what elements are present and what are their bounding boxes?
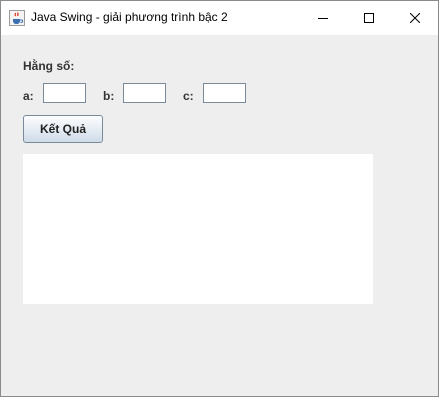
title-bar[interactable]: Java Swing - giải phương trình bậc 2	[1, 1, 438, 35]
close-icon	[410, 13, 420, 23]
b-label: b:	[103, 89, 115, 103]
app-window: Java Swing - giải phương trình bậc 2 Hằn…	[0, 0, 439, 397]
minimize-button[interactable]	[300, 1, 346, 35]
result-button[interactable]: Kết Quả	[23, 115, 103, 143]
maximize-button[interactable]	[346, 1, 392, 35]
constants-label: Hằng số:	[23, 59, 75, 73]
maximize-icon	[364, 13, 374, 23]
minimize-icon	[318, 18, 328, 19]
b-input[interactable]	[123, 83, 166, 103]
close-button[interactable]	[392, 1, 438, 35]
content-panel: Hằng số: a: b: c: Kết Quả	[1, 35, 438, 396]
c-input[interactable]	[203, 83, 246, 103]
java-coffee-cup-icon	[9, 10, 25, 26]
c-label: c:	[183, 89, 194, 103]
result-output-area[interactable]	[23, 154, 373, 304]
a-input[interactable]	[43, 83, 86, 103]
a-label: a:	[23, 89, 34, 103]
window-title: Java Swing - giải phương trình bậc 2	[31, 10, 228, 24]
